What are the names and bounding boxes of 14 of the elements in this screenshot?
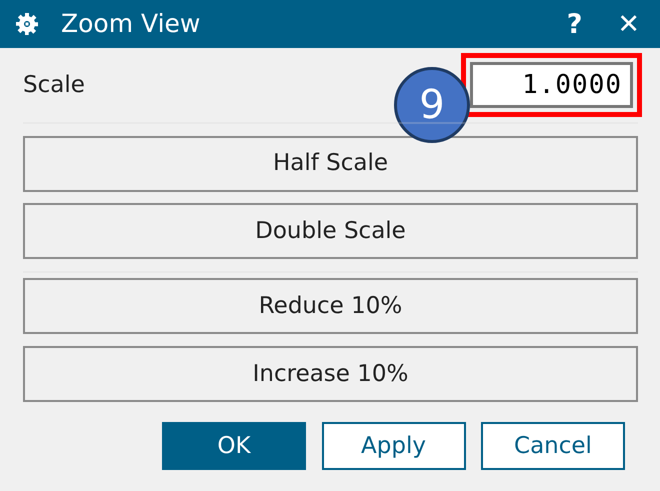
help-button[interactable]: ? xyxy=(560,10,588,38)
settings-icon xyxy=(16,13,38,35)
step-badge: 9 xyxy=(394,67,470,143)
dialog-button[interactable]: Cancel xyxy=(481,422,625,470)
step-button[interactable]: Reduce 10% xyxy=(23,278,638,334)
scale-label: Scale xyxy=(23,70,85,100)
window-title: Zoom View xyxy=(61,8,202,40)
close-button[interactable]: ✕ xyxy=(611,10,646,38)
scale-button[interactable]: Half Scale xyxy=(23,136,638,192)
step-button[interactable]: Increase 10% xyxy=(23,346,638,402)
scale-button[interactable]: Double Scale xyxy=(23,203,638,259)
dialog-button[interactable]: Apply xyxy=(322,422,466,470)
scale-field[interactable]: 1.0000 xyxy=(470,62,633,108)
dialog-button[interactable]: OK xyxy=(162,422,306,470)
